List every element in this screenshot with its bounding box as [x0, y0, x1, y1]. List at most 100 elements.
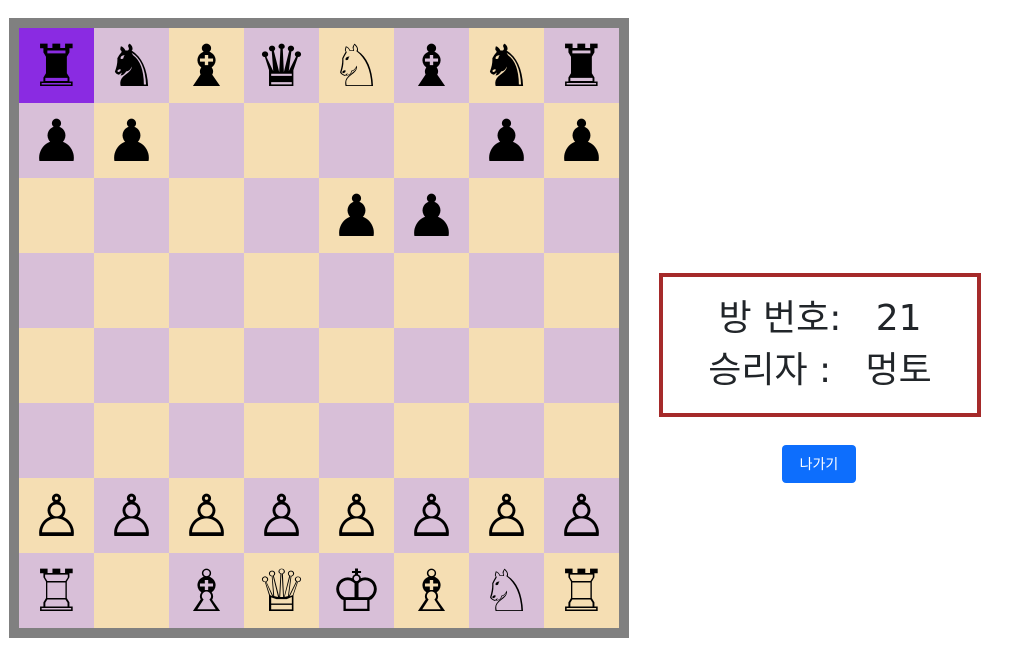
square-h3[interactable]	[544, 403, 619, 478]
square-h5[interactable]	[544, 253, 619, 328]
game-result-panel: 방 번호: 21 승리자 : 멍토	[659, 273, 981, 417]
black-pawn-icon: ♟	[480, 106, 533, 175]
black-knight-icon: ♞	[480, 31, 533, 100]
square-c4[interactable]	[169, 328, 244, 403]
white-pawn-icon: ♙	[105, 481, 158, 550]
white-pawn-icon: ♙	[555, 481, 608, 550]
square-f7[interactable]	[394, 103, 469, 178]
black-pawn-icon: ♟	[30, 106, 83, 175]
square-d7[interactable]	[244, 103, 319, 178]
white-rook-icon: ♖	[30, 556, 83, 625]
square-d5[interactable]	[244, 253, 319, 328]
square-a3[interactable]	[19, 403, 94, 478]
room-number-value: 21	[875, 298, 922, 339]
square-e5[interactable]	[319, 253, 394, 328]
square-e4[interactable]	[319, 328, 394, 403]
square-b8[interactable]: ♞	[94, 28, 169, 103]
white-knight-icon: ♘	[480, 556, 533, 625]
square-h4[interactable]	[544, 328, 619, 403]
white-rook-icon: ♖	[555, 556, 608, 625]
square-a4[interactable]	[19, 328, 94, 403]
black-pawn-icon: ♟	[105, 106, 158, 175]
exit-button[interactable]: 나가기	[782, 445, 856, 483]
winner-value: 멍토	[865, 350, 932, 391]
square-g2[interactable]: ♙	[469, 478, 544, 553]
white-queen-icon: ♕	[255, 556, 308, 625]
square-c2[interactable]: ♙	[169, 478, 244, 553]
black-queen-icon: ♛	[255, 31, 308, 100]
white-bishop-icon: ♗	[405, 556, 458, 625]
square-f2[interactable]: ♙	[394, 478, 469, 553]
square-e2[interactable]: ♙	[319, 478, 394, 553]
square-g8[interactable]: ♞	[469, 28, 544, 103]
winner-label: 승리자 :	[708, 350, 866, 391]
square-e7[interactable]	[319, 103, 394, 178]
square-a7[interactable]: ♟	[19, 103, 94, 178]
square-d3[interactable]	[244, 403, 319, 478]
white-knight-icon: ♘	[330, 31, 383, 100]
black-pawn-icon: ♟	[405, 181, 458, 250]
square-a8[interactable]: ♜	[19, 28, 94, 103]
square-c3[interactable]	[169, 403, 244, 478]
square-c8[interactable]: ♝	[169, 28, 244, 103]
square-h2[interactable]: ♙	[544, 478, 619, 553]
white-pawn-icon: ♙	[405, 481, 458, 550]
square-g3[interactable]	[469, 403, 544, 478]
black-knight-icon: ♞	[105, 31, 158, 100]
square-f8[interactable]: ♝	[394, 28, 469, 103]
square-e1[interactable]: ♔	[319, 553, 394, 628]
square-g6[interactable]	[469, 178, 544, 253]
black-pawn-icon: ♟	[555, 106, 608, 175]
square-g7[interactable]: ♟	[469, 103, 544, 178]
square-f4[interactable]	[394, 328, 469, 403]
square-b3[interactable]	[94, 403, 169, 478]
square-d1[interactable]: ♕	[244, 553, 319, 628]
square-c7[interactable]	[169, 103, 244, 178]
room-number-label: 방 번호:	[718, 298, 876, 339]
square-b2[interactable]: ♙	[94, 478, 169, 553]
black-rook-icon: ♜	[30, 31, 83, 100]
square-h8[interactable]: ♜	[544, 28, 619, 103]
square-d2[interactable]: ♙	[244, 478, 319, 553]
white-pawn-icon: ♙	[180, 481, 233, 550]
square-a2[interactable]: ♙	[19, 478, 94, 553]
white-pawn-icon: ♙	[255, 481, 308, 550]
chess-board-frame: ♜ ♞ ♝ ♛ ♘ ♝ ♞ ♜ ♟ ♟ ♟ ♟ ♟ ♟ ♙ ♙ ♙ ♙ ♙ ♙ ♙ ♙ ♖ ♗ ♕ ♔ ♗ ♘ ♖	[9, 18, 629, 638]
square-h6[interactable]	[544, 178, 619, 253]
white-pawn-icon: ♙	[480, 481, 533, 550]
square-b7[interactable]: ♟	[94, 103, 169, 178]
square-d4[interactable]	[244, 328, 319, 403]
black-pawn-icon: ♟	[330, 181, 383, 250]
square-b1[interactable]	[94, 553, 169, 628]
square-a6[interactable]	[19, 178, 94, 253]
square-c6[interactable]	[169, 178, 244, 253]
square-f6[interactable]: ♟	[394, 178, 469, 253]
square-e6[interactable]: ♟	[319, 178, 394, 253]
white-king-icon: ♔	[330, 556, 383, 625]
chess-board: ♜ ♞ ♝ ♛ ♘ ♝ ♞ ♜ ♟ ♟ ♟ ♟ ♟ ♟ ♙ ♙ ♙ ♙ ♙ ♙ ♙ ♙ ♖ ♗ ♕ ♔ ♗ ♘ ♖	[19, 28, 619, 628]
square-e8[interactable]: ♘	[319, 28, 394, 103]
square-a5[interactable]	[19, 253, 94, 328]
square-g1[interactable]: ♘	[469, 553, 544, 628]
square-f1[interactable]: ♗	[394, 553, 469, 628]
square-e3[interactable]	[319, 403, 394, 478]
square-g4[interactable]	[469, 328, 544, 403]
square-c5[interactable]	[169, 253, 244, 328]
square-h7[interactable]: ♟	[544, 103, 619, 178]
square-a1[interactable]: ♖	[19, 553, 94, 628]
square-f5[interactable]	[394, 253, 469, 328]
square-c1[interactable]: ♗	[169, 553, 244, 628]
square-b5[interactable]	[94, 253, 169, 328]
square-f3[interactable]	[394, 403, 469, 478]
winner-row: 승리자 : 멍토	[708, 345, 932, 397]
black-bishop-icon: ♝	[405, 31, 458, 100]
square-b4[interactable]	[94, 328, 169, 403]
square-h1[interactable]: ♖	[544, 553, 619, 628]
square-d6[interactable]	[244, 178, 319, 253]
square-b6[interactable]	[94, 178, 169, 253]
black-rook-icon: ♜	[555, 31, 608, 100]
white-pawn-icon: ♙	[30, 481, 83, 550]
square-d8[interactable]: ♛	[244, 28, 319, 103]
white-pawn-icon: ♙	[330, 481, 383, 550]
square-g5[interactable]	[469, 253, 544, 328]
